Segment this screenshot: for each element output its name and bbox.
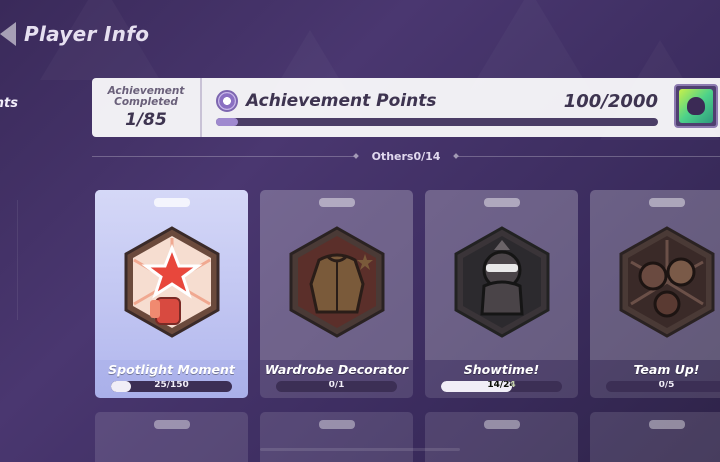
section-divider: Others0/14 bbox=[92, 146, 720, 166]
achievement-completed-box: Achievement Completed 1/85 bbox=[92, 78, 202, 137]
achievement-progress-bar: 0/5 bbox=[606, 381, 720, 392]
card-clip bbox=[649, 198, 685, 207]
card-clip bbox=[319, 198, 355, 207]
achievement-name: Wardrobe Decorator bbox=[264, 362, 409, 377]
team-up-characters-badge-icon bbox=[619, 226, 715, 338]
achievement-card[interactable]: Spotlight Moment 25/150 bbox=[95, 190, 248, 398]
card-clip bbox=[649, 420, 685, 429]
card-clip bbox=[154, 420, 190, 429]
achievement-completed-count: 1/85 bbox=[125, 109, 167, 130]
page-title: Player Info bbox=[24, 22, 150, 46]
achievement-progress-text: 25/150 bbox=[154, 381, 189, 390]
points-reward-button[interactable] bbox=[674, 84, 718, 128]
achievement-progress-bar: 25/150 bbox=[111, 381, 232, 392]
achievement-card[interactable]: Wardrobe Decorator 0/1 bbox=[260, 190, 413, 398]
achievement-name: Showtime! bbox=[463, 362, 540, 377]
achievement-points-value: 100/2000 bbox=[563, 90, 658, 112]
achievement-points-icon bbox=[216, 90, 238, 112]
scroll-indicator[interactable] bbox=[260, 448, 460, 451]
spotlight-star-badge-icon bbox=[124, 226, 220, 338]
wardrobe-jacket-badge-icon bbox=[289, 226, 385, 338]
achievement-points-progress-fill bbox=[216, 118, 239, 126]
achievement-progress-text: 0/5 bbox=[658, 381, 675, 390]
showtime-character-badge-icon bbox=[454, 226, 550, 338]
achievement-completed-label: Achievement Completed bbox=[107, 84, 185, 108]
achievement-progress-text: 14/24 bbox=[487, 381, 516, 390]
achievement-summary-panel: Achievement Completed 1/85 Achievement P… bbox=[92, 78, 720, 137]
card-clip bbox=[319, 420, 355, 429]
achievement-progress-bar: 0/1 bbox=[276, 381, 397, 392]
achievement-card[interactable] bbox=[590, 412, 720, 462]
achievement-card[interactable] bbox=[425, 412, 578, 462]
achievement-card[interactable]: Showtime! 14/24 bbox=[425, 190, 578, 398]
page-header: Player Info bbox=[0, 14, 149, 54]
achievement-name: Spotlight Moment bbox=[108, 362, 235, 377]
achievement-name: Team Up! bbox=[633, 362, 700, 377]
card-clip bbox=[154, 198, 190, 207]
back-chevron-icon[interactable] bbox=[0, 22, 16, 46]
card-clip bbox=[484, 420, 520, 429]
sidebar-divider bbox=[0, 200, 18, 320]
achievement-points-progress-track bbox=[216, 118, 658, 126]
achievement-points-area: Achievement Points 100/2000 bbox=[202, 78, 720, 137]
sidebar-tab-label: nts bbox=[0, 95, 18, 111]
achievement-card[interactable] bbox=[260, 412, 413, 462]
reward-avatar-icon bbox=[679, 89, 713, 123]
achievement-points-title: Achievement Points bbox=[246, 91, 437, 111]
sidebar-tab-achievements[interactable]: nts bbox=[0, 90, 40, 116]
achievement-progress-text: 0/1 bbox=[328, 381, 345, 390]
section-label: Others0/14 bbox=[371, 149, 441, 163]
achievement-progress-bar: 14/24 bbox=[441, 381, 562, 392]
achievement-card[interactable]: Team Up! 0/5 bbox=[590, 190, 720, 398]
card-clip bbox=[484, 198, 520, 207]
achievement-card[interactable] bbox=[95, 412, 248, 462]
